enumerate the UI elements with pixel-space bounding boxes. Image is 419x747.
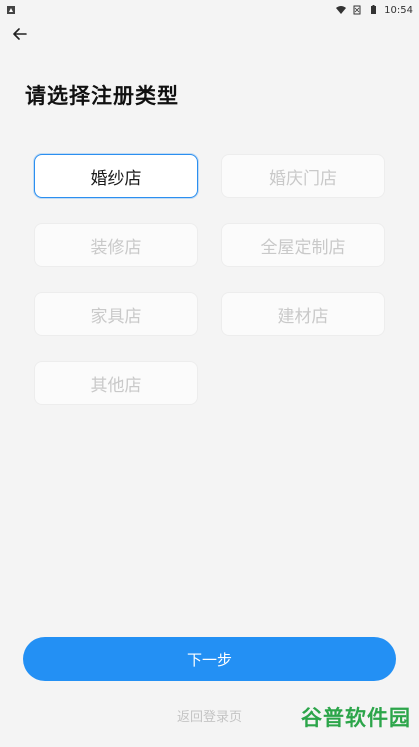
option-renovation-shop[interactable]: 装修店 xyxy=(34,223,198,267)
option-label: 家具店 xyxy=(90,306,142,327)
next-button[interactable]: 下一步 xyxy=(23,637,396,681)
option-label: 其他店 xyxy=(90,375,142,396)
option-furniture-shop[interactable]: 家具店 xyxy=(34,292,198,336)
option-other-shop[interactable]: 其他店 xyxy=(34,361,198,405)
sim-icon xyxy=(353,5,361,15)
page-title: 请选择注册类型 xyxy=(25,84,179,108)
watermark-logo: 谷普 软件园 xyxy=(301,702,411,732)
status-time: 10:54 xyxy=(384,4,413,16)
back-to-login-label: 返回登录页 xyxy=(176,710,242,725)
notification-icon xyxy=(7,6,15,14)
status-bar: 10:54 xyxy=(0,0,419,20)
option-wedding-planning-shop[interactable]: 婚庆门店 xyxy=(221,154,385,198)
option-label: 婚纱店 xyxy=(90,168,142,189)
watermark-part2: 软件园 xyxy=(345,706,411,730)
next-button-label: 下一步 xyxy=(186,651,232,669)
watermark-part1: 谷普 xyxy=(301,706,345,730)
option-custom-home-shop[interactable]: 全屋定制店 xyxy=(221,223,385,267)
option-label: 装修店 xyxy=(90,237,142,258)
status-left xyxy=(6,5,16,15)
option-label: 婚庆门店 xyxy=(269,168,337,189)
option-label: 全屋定制店 xyxy=(260,237,346,258)
option-label: 建材店 xyxy=(277,306,329,327)
option-building-materials-shop[interactable]: 建材店 xyxy=(221,292,385,336)
wifi-icon xyxy=(336,6,347,14)
battery-icon xyxy=(371,5,377,14)
option-bridal-shop[interactable]: 婚纱店 xyxy=(34,154,198,198)
arrow-left-icon xyxy=(13,28,27,40)
status-right: 10:54 xyxy=(336,5,413,16)
back-button[interactable] xyxy=(10,24,30,44)
